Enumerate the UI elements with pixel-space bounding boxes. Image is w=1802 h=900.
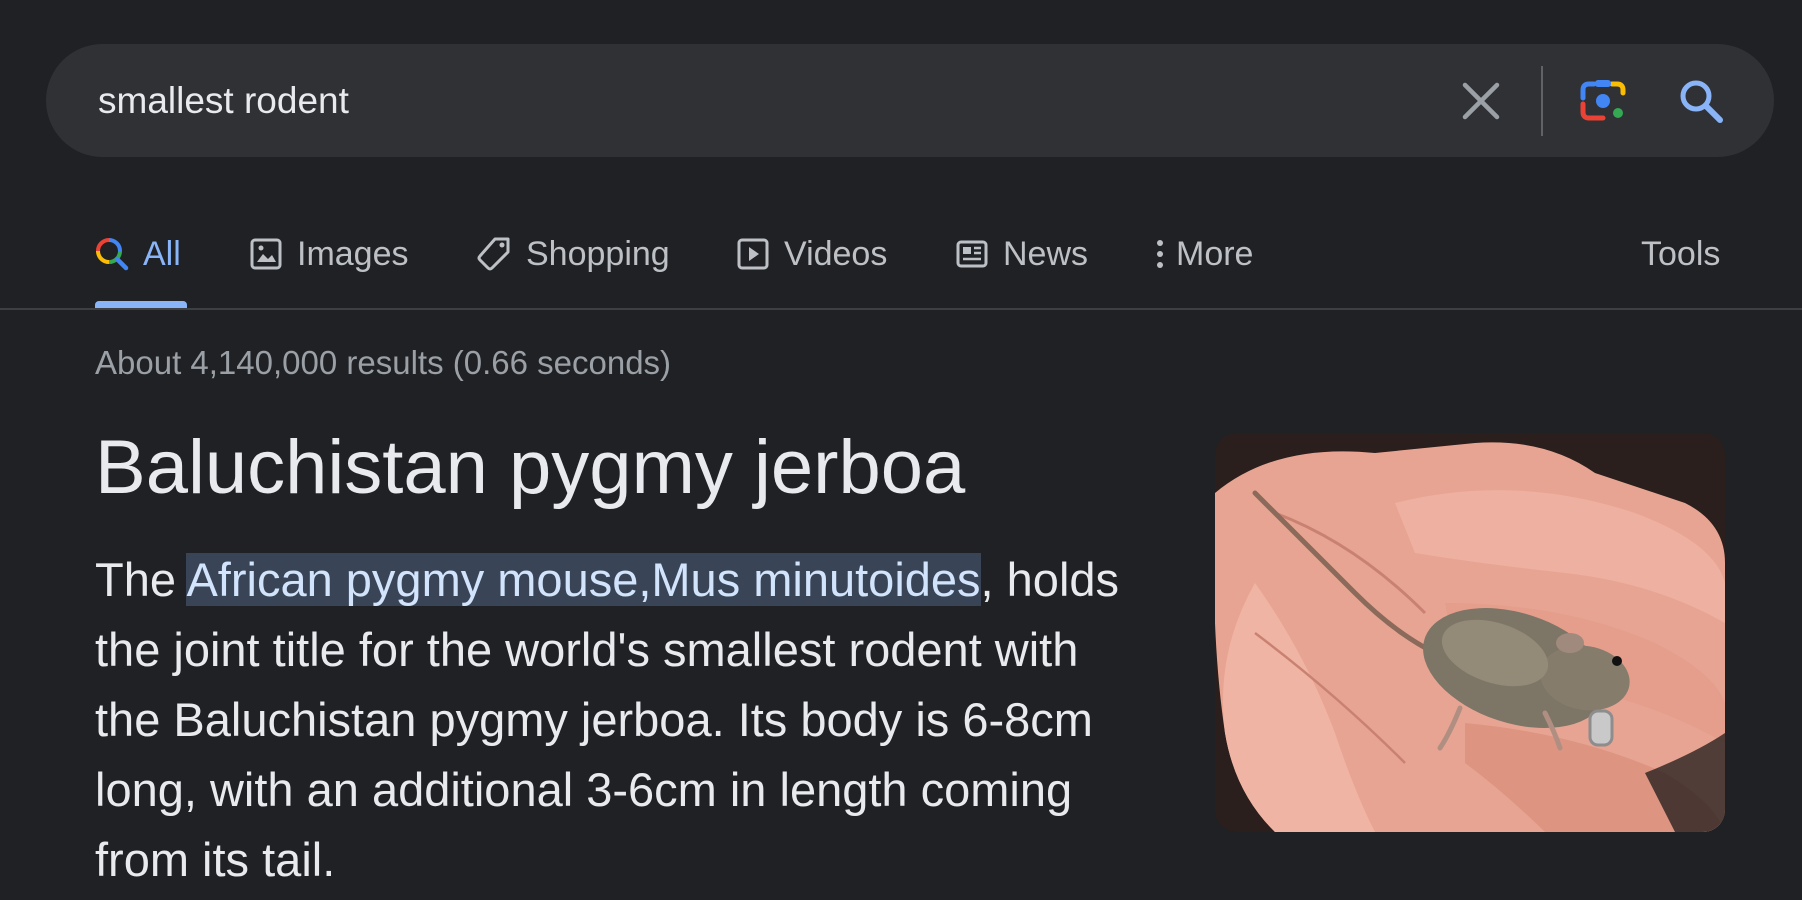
tab-news-label: News <box>1003 234 1089 273</box>
clear-button[interactable] <box>1454 74 1508 128</box>
image-icon <box>249 237 283 271</box>
tab-news[interactable]: News <box>955 230 1088 278</box>
tab-more-label: More <box>1176 234 1254 273</box>
search-input[interactable]: smallest rodent <box>98 44 349 157</box>
search-icon <box>1680 80 1723 123</box>
result-stats: About 4,140,000 results (0.66 seconds) <box>95 344 672 381</box>
play-icon <box>736 237 770 271</box>
multicolor-search-icon <box>95 237 129 271</box>
close-icon <box>1462 82 1500 120</box>
active-tab-indicator <box>95 301 187 308</box>
news-icon <box>955 237 989 271</box>
search-button[interactable] <box>1672 72 1730 130</box>
tab-images[interactable]: Images <box>249 230 409 278</box>
answer-snippet: The African pygmy mouse,Mus minutoides, … <box>95 545 1145 895</box>
tab-videos[interactable]: Videos <box>736 230 887 278</box>
tab-images-label: Images <box>297 234 409 273</box>
rodent-photo[interactable] <box>1215 433 1725 832</box>
tab-shopping[interactable]: Shopping <box>476 230 670 278</box>
tab-all-label: All <box>143 234 181 273</box>
tab-videos-label: Videos <box>784 234 888 273</box>
tab-shopping-label: Shopping <box>526 234 670 273</box>
results-page: smallest rodent All Images Shopping Vide… <box>0 0 1802 900</box>
tools-button[interactable]: Tools <box>1641 230 1720 278</box>
lens-button[interactable] <box>1574 72 1632 130</box>
tab-more[interactable]: More <box>1152 230 1253 278</box>
tag-icon <box>476 236 512 272</box>
camera-lens-icon <box>1580 80 1626 121</box>
more-vert-icon <box>1152 237 1168 271</box>
snippet-highlight: African pygmy mouse,Mus minutoides <box>186 553 981 606</box>
tab-all[interactable]: All <box>95 230 181 278</box>
search-bar[interactable]: smallest rodent <box>46 44 1774 157</box>
snippet-text-start: The <box>95 553 187 606</box>
search-bar-divider <box>1541 66 1543 136</box>
search-tabs: All Images Shopping Videos News More Too… <box>0 200 1802 310</box>
answer-title: Baluchistan pygmy jerboa <box>95 425 966 510</box>
